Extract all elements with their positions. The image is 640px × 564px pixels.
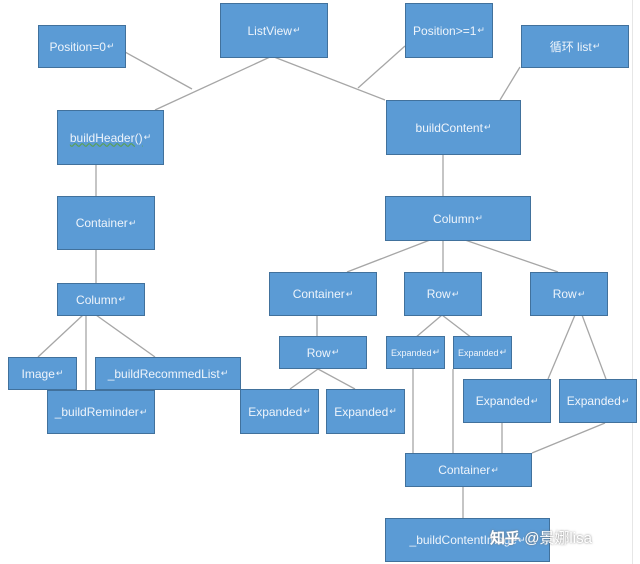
node-label: Column xyxy=(433,211,475,226)
return-icon: ↵ xyxy=(432,347,441,357)
return-icon: ↵ xyxy=(106,41,115,51)
return-icon: ↵ xyxy=(389,406,397,416)
node-label: Container xyxy=(75,216,128,230)
node-container-mid[interactable]: Container ↵ xyxy=(269,272,377,316)
watermark-brand: 知乎 xyxy=(490,530,521,547)
node-label: Row xyxy=(306,345,331,360)
return-icon: ↵ xyxy=(475,213,483,223)
node-row-mid[interactable]: Row ↵ xyxy=(404,272,482,316)
return-icon: ↵ xyxy=(592,41,601,51)
node-expanded-b[interactable]: Expanded ↵ xyxy=(326,389,405,434)
node-expanded-a[interactable]: Expanded ↵ xyxy=(240,389,319,434)
node-label: buildContent xyxy=(415,120,483,135)
node-build-content[interactable]: buildContent ↵ xyxy=(386,100,521,155)
return-icon: ↵ xyxy=(55,368,64,378)
node-column-right[interactable]: Column ↵ xyxy=(385,196,531,241)
return-icon: ↵ xyxy=(477,25,485,35)
node-container-bottom[interactable]: Container ↵ xyxy=(405,453,532,487)
return-icon: ↵ xyxy=(491,464,499,475)
return-icon: ↵ xyxy=(139,406,148,417)
node-label: Expanded xyxy=(390,347,432,358)
node-container-left[interactable]: Container ↵ xyxy=(57,196,155,250)
node-position-0[interactable]: Position=0 ↵ xyxy=(38,25,126,68)
node-label: _buildRecommedList xyxy=(107,366,220,381)
return-icon: ↵ xyxy=(499,347,508,357)
node-label: Expanded xyxy=(566,394,621,408)
node-expanded-d[interactable]: Expanded ↵ xyxy=(559,379,637,423)
return-icon: ↵ xyxy=(577,288,586,299)
node-expanded-small-1[interactable]: Expanded ↵ xyxy=(386,336,445,369)
watermark-author: @景娜lisa xyxy=(524,530,592,547)
page-edge xyxy=(632,0,633,564)
node-label: Row xyxy=(426,287,451,301)
node-label: buildHeader() xyxy=(69,130,143,145)
node-position-1[interactable]: Position>=1 ↵ xyxy=(405,3,493,58)
node-loop-list[interactable]: 循环 list ↵ xyxy=(521,25,629,68)
node-label: 循环 list xyxy=(549,40,592,54)
node-label: Image xyxy=(21,366,55,381)
watermark: 知乎 @景娜lisa xyxy=(490,527,592,548)
node-column-left[interactable]: Column ↵ xyxy=(57,283,145,316)
return-icon: ↵ xyxy=(530,395,539,406)
node-label: Column xyxy=(76,292,118,307)
return-icon: ↵ xyxy=(143,132,152,142)
return-icon: ↵ xyxy=(303,406,311,416)
return-icon: ↵ xyxy=(220,368,229,378)
return-icon: ↵ xyxy=(292,25,301,35)
return-icon: ↵ xyxy=(331,347,340,357)
return-icon: ↵ xyxy=(128,217,137,228)
return-icon: ↵ xyxy=(483,122,492,132)
node-label: Expanded xyxy=(457,347,499,358)
node-build-header[interactable]: buildHeader() ↵ xyxy=(57,110,164,165)
node-label: Expanded xyxy=(248,404,303,419)
node-label: ListView xyxy=(247,23,292,38)
return-icon: ↵ xyxy=(621,395,630,406)
node-row-right[interactable]: Row ↵ xyxy=(530,272,608,316)
node-build-reminder[interactable]: _buildReminder ↵ xyxy=(47,390,155,434)
node-expanded-small-2[interactable]: Expanded ↵ xyxy=(453,336,512,369)
node-label: Expanded xyxy=(475,394,530,408)
node-expanded-c[interactable]: Expanded ↵ xyxy=(463,379,551,423)
node-label: Position=0 xyxy=(49,39,106,54)
node-label: Container xyxy=(292,287,345,301)
return-icon: ↵ xyxy=(451,288,460,299)
node-label: Expanded xyxy=(334,404,389,419)
node-listview[interactable]: ListView ↵ xyxy=(220,3,328,58)
node-label: Container xyxy=(438,463,491,477)
return-icon: ↵ xyxy=(345,288,354,299)
node-label: Position>=1 xyxy=(413,23,477,38)
node-row-inner[interactable]: Row ↵ xyxy=(279,336,367,369)
node-label: _buildReminder xyxy=(54,405,139,419)
node-build-recommed-list[interactable]: _buildRecommedList ↵ xyxy=(95,357,241,390)
node-image[interactable]: Image ↵ xyxy=(8,357,77,390)
node-label: Row xyxy=(552,287,577,301)
return-icon: ↵ xyxy=(118,294,126,304)
